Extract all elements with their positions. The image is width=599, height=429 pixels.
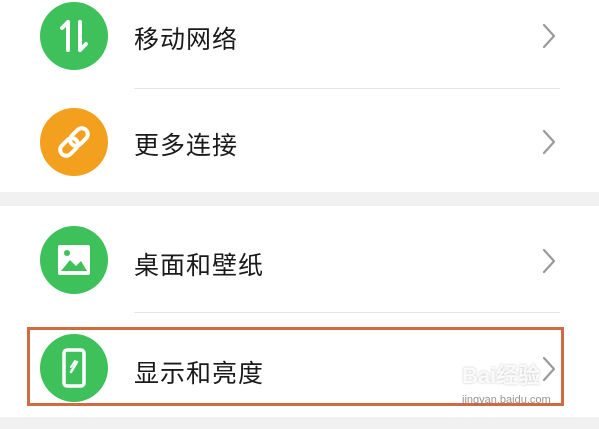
settings-item-label: 桌面和壁纸 — [134, 251, 265, 280]
link-icon — [40, 108, 108, 176]
settings-item-more-connections[interactable]: 更多连接 — [0, 90, 599, 190]
settings-item-mobile-network[interactable]: 移动网络 — [0, 0, 599, 86]
chevron-right-icon — [542, 23, 556, 49]
chevron-right-icon — [542, 248, 556, 274]
divider — [134, 312, 560, 313]
settings-group-connectivity: 移动网络 更多连接 — [0, 0, 599, 192]
mobile-data-icon — [40, 2, 108, 70]
watermark: Bai经验 jingyan.baidu.com — [462, 358, 592, 416]
watermark-url: jingyan.baidu.com — [462, 394, 551, 406]
settings-item-label: 更多连接 — [134, 131, 239, 160]
chevron-right-icon — [542, 129, 556, 155]
divider — [134, 88, 560, 89]
settings-item-desktop-wallpaper[interactable]: 桌面和壁纸 — [0, 206, 599, 306]
image-icon — [40, 226, 108, 294]
settings-item-label: 移动网络 — [134, 25, 239, 54]
watermark-logo: Bai经验 — [462, 363, 541, 388]
